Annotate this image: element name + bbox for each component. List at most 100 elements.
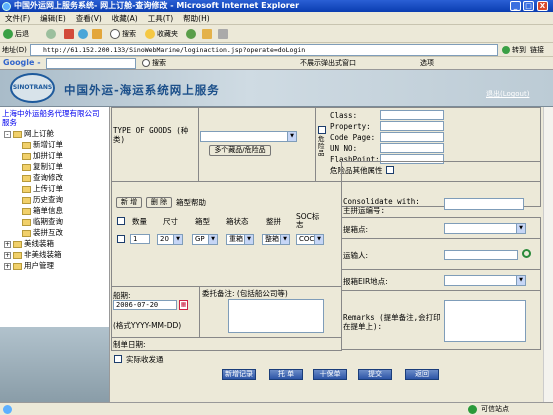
sidebar-item-period-query[interactable]: 临期查询 [22,216,63,227]
folder-icon [13,240,22,248]
sidebar-group-non-us[interactable]: + 非美线装箱 [4,249,62,260]
sidebar-item-copy-order[interactable]: 复制订单 [22,161,63,172]
menu-help[interactable]: 帮助(H) [178,12,215,25]
made-date-label: 制单日期: [113,340,146,349]
print-icon [218,29,228,39]
submit-button[interactable]: 提交 [358,369,392,380]
remarks-textarea[interactable] [444,300,526,342]
expand-icon: + [4,240,11,248]
select-all-checkbox[interactable] [117,217,125,225]
company-name: 上海中外运船务代理有限公司服务 [2,109,100,127]
refresh-icon [78,29,88,39]
sidebar-item-add-consolidate[interactable]: 加拼订单 [22,150,63,161]
new-record-button[interactable]: 新增记录 [222,369,256,380]
logout-link[interactable]: 退出(Logout) [486,89,529,99]
consolidate-input[interactable] [444,198,524,210]
print-button[interactable] [218,28,230,40]
mail-icon [202,29,212,39]
menu-view[interactable]: 查看(V) [71,12,107,25]
links-label[interactable]: 链接 [530,44,544,56]
sidebar-item-history[interactable]: 历史查询 [22,194,63,205]
sidebar-item-box-info[interactable]: 箱单信息 [22,205,63,216]
sidebar-item-swap[interactable]: 装拼互改 [22,227,63,238]
calendar-icon[interactable]: ▦ [179,300,188,310]
un-no-input[interactable] [380,143,444,153]
maximize-button[interactable]: □ [523,1,534,11]
home-button[interactable] [92,28,104,40]
sidebar-group-users[interactable]: + 用户管理 [4,260,54,271]
menu-file[interactable]: 文件(F) [0,12,35,25]
fill-select[interactable]: 整箱 ▼ [262,234,290,245]
chevron-down-icon: ▼ [516,224,525,233]
address-bar: 地址(D) http://61.152.200.133/SinoWebMarin… [0,43,553,57]
container-help-link[interactable]: 箱型帮助 [176,198,206,207]
menu-tools[interactable]: 工具(T) [143,12,178,25]
mail-button[interactable] [202,28,214,40]
multi-goods-button[interactable]: 多个藏品/危险品 [209,145,271,156]
type-select[interactable]: GP ▼ [192,234,218,245]
status-select[interactable]: 重箱 ▼ [226,234,254,245]
folder-icon [13,262,22,270]
minimize-button[interactable]: _ [510,1,521,11]
shipper-input[interactable] [444,250,518,260]
search-icon[interactable] [522,249,531,258]
notes-textarea[interactable] [228,299,324,333]
folder-icon [22,163,31,171]
booking-note-button[interactable]: 托 单 [269,369,303,380]
tree-root[interactable]: - 网上订舱 [4,128,54,139]
close-button[interactable]: X [537,1,548,11]
goods-type-select[interactable]: ▼ [200,131,297,142]
size-select[interactable]: 20 ▼ [157,234,183,245]
google-options[interactable]: 选项 [420,57,434,69]
col-qty: 数量 [132,217,147,226]
un-no-label: UN NO: [330,144,358,153]
chevron-down-icon: ▼ [314,235,323,244]
go-button[interactable]: 转到 [502,44,526,56]
refresh-button[interactable] [78,28,90,40]
insurance-button[interactable]: 十保单 [313,369,347,380]
google-logo[interactable]: Google - [3,58,41,67]
folder-icon [22,141,31,149]
google-search-button[interactable]: 搜索 [142,57,166,69]
return-button[interactable]: 返回 [405,369,439,380]
menu-bar: 文件(F) 编辑(E) 查看(V) 收藏(A) 工具(T) 帮助(H) [0,12,553,25]
qty-input[interactable]: 1 [130,234,150,244]
sidebar-group-us[interactable]: + 美线装箱 [4,238,54,249]
sidebar-item-new-order[interactable]: 新增订单 [22,139,63,150]
collapse-icon: - [4,130,11,138]
menu-edit[interactable]: 编辑(E) [35,12,71,25]
sidebar-item-query-modify[interactable]: 查询修改 [22,172,63,183]
page-done-icon [3,405,12,414]
actual-ship-checkbox[interactable] [114,355,122,363]
chevron-down-icon: ▼ [173,235,182,244]
property-input[interactable] [380,121,444,131]
row-checkbox[interactable] [117,235,125,243]
extract-select[interactable]: ▼ [444,223,526,234]
soc-select[interactable]: COC ▼ [296,234,324,245]
back-button[interactable]: 后退 [3,28,29,40]
class-input[interactable] [380,110,444,120]
folder-icon [22,152,31,160]
add-container-button[interactable]: 新 增 [116,197,142,208]
code-page-input[interactable] [380,132,444,142]
vertical-scrollbar[interactable] [543,107,553,402]
dangerous-checkbox[interactable] [318,126,326,134]
delete-container-button[interactable]: 删 除 [146,197,172,208]
popup-blocker[interactable]: 不展示弹出式窗口 [300,57,356,69]
folder-icon [22,229,31,237]
col-soc: SOC标志 [296,212,320,229]
menu-favorites[interactable]: 收藏(A) [107,12,143,25]
sidebar-item-upload-order[interactable]: 上传订单 [22,183,63,194]
goods-select-cell: ▼ 多个藏品/危险品 [198,107,316,182]
eir-select[interactable]: ▼ [444,275,526,286]
search-button[interactable]: 搜索 [110,28,136,40]
google-search-input[interactable] [46,58,136,69]
forward-button[interactable] [46,28,58,40]
stop-button[interactable] [64,28,76,40]
address-input[interactable]: http://61.152.200.133/SinoWebMarine/logi… [30,44,498,56]
media-button[interactable] [186,28,198,40]
sailing-date-input[interactable]: 2006-07-20 [113,300,177,310]
sidebar: 上海中外运船务代理有限公司服务 - 网上订舱 新增订单 加拼订单 复制订单 查询修… [0,107,110,402]
favorites-button[interactable]: 收藏夹 [145,28,178,40]
consolidate-cell: Consolidate with: 主拼运编号: [341,161,541,215]
